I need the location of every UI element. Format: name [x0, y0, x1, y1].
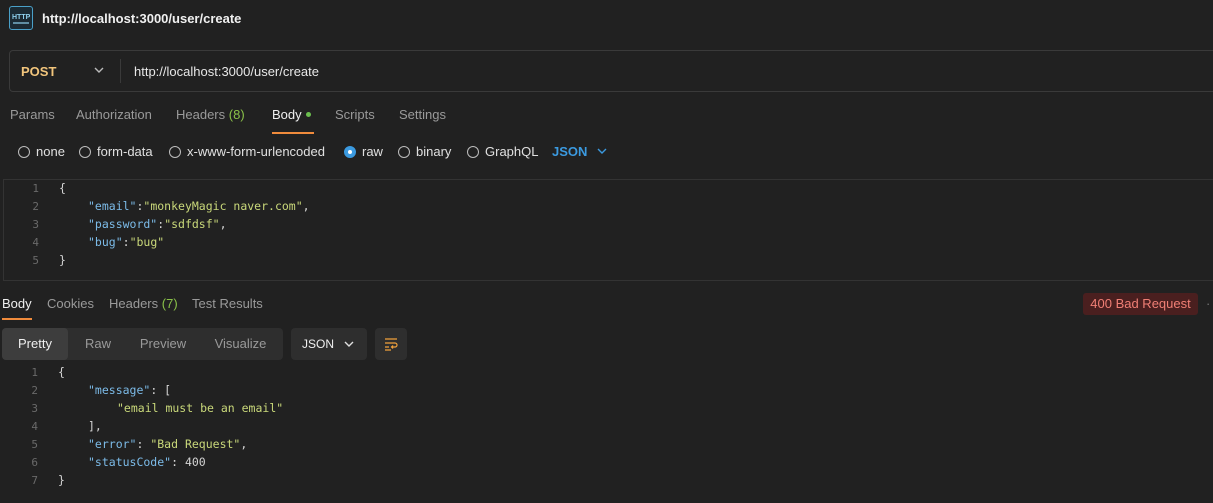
radio-label: form-data	[97, 144, 153, 159]
method-select[interactable]: POST	[21, 64, 56, 79]
radio-raw[interactable]: raw	[344, 144, 383, 159]
radio-none[interactable]: none	[18, 144, 65, 159]
response-tab-test-results[interactable]: Test Results	[192, 296, 263, 311]
view-mode-group: Pretty Raw Preview Visualize	[2, 328, 283, 360]
response-tab-headers-label: Headers	[109, 296, 159, 311]
tab-body[interactable]: Body	[272, 107, 311, 122]
line-number: 4	[31, 420, 38, 433]
chevron-down-icon[interactable]	[94, 65, 104, 75]
status-badge[interactable]: 400 Bad Request	[1083, 293, 1198, 315]
svg-text:HTTP: HTTP	[12, 14, 31, 21]
code-line: "password":"sdfdsf",	[88, 217, 227, 231]
tab-authorization[interactable]: Authorization	[76, 107, 152, 122]
radio-label: raw	[362, 144, 383, 159]
code-line: ],	[88, 419, 102, 433]
view-pretty-button[interactable]: Pretty	[2, 328, 68, 360]
radio-circle	[18, 145, 30, 158]
code-line: "statusCode": 400	[88, 455, 206, 469]
http-icon: HTTP	[9, 6, 33, 30]
radio-circle	[169, 145, 181, 158]
code-line: "email must be an email"	[117, 401, 284, 415]
chevron-down-icon	[344, 341, 354, 347]
line-number: 2	[32, 200, 39, 213]
response-tab-headers[interactable]: Headers (7)	[109, 296, 178, 311]
radio-circle	[398, 145, 410, 158]
url-divider	[120, 59, 121, 83]
line-number: 1	[31, 366, 38, 379]
tab-headers[interactable]: Headers (8)	[176, 107, 245, 122]
line-number: 2	[31, 384, 38, 397]
wrap-lines-icon	[385, 338, 398, 351]
url-input[interactable]: http://localhost:3000/user/create	[134, 64, 319, 79]
radio-label: GraphQL	[485, 144, 539, 159]
active-tab-indicator	[272, 132, 314, 134]
radio-circle	[467, 145, 479, 158]
radio-urlencoded[interactable]: x-www-form-urlencoded	[169, 144, 325, 159]
code-line: "error": "Bad Request",	[88, 437, 248, 451]
code-line: {	[59, 181, 66, 195]
chevron-down-icon[interactable]	[597, 146, 607, 156]
code-line: "message": [	[88, 383, 172, 397]
view-preview-button[interactable]: Preview	[128, 328, 198, 360]
line-number: 5	[32, 254, 39, 267]
radio-graphql[interactable]: GraphQL	[467, 144, 538, 159]
response-format-label: JSON	[302, 337, 335, 351]
line-number: 1	[32, 182, 39, 195]
line-number: 3	[31, 402, 38, 415]
response-tab-headers-count: (7)	[161, 296, 178, 311]
code-line: }	[58, 473, 65, 487]
radio-circle-selected	[344, 145, 356, 158]
line-number: 6	[31, 456, 38, 469]
response-tab-cookies[interactable]: Cookies	[47, 296, 94, 311]
radio-label: binary	[416, 144, 452, 159]
radio-binary[interactable]: binary	[398, 144, 451, 159]
line-number: 4	[32, 236, 39, 249]
tab-headers-label: Headers	[176, 107, 226, 122]
tab-headers-count: (8)	[228, 107, 245, 122]
response-tab-body[interactable]: Body	[2, 296, 32, 311]
tab-settings[interactable]: Settings	[399, 107, 446, 122]
code-line: "bug":"bug"	[88, 235, 165, 249]
radio-form-data[interactable]: form-data	[79, 144, 153, 159]
view-raw-button[interactable]: Raw	[68, 328, 128, 360]
title-bar: HTTP http://localhost:3000/user/create	[0, 0, 1213, 38]
line-number: 3	[32, 218, 39, 231]
view-visualize-button[interactable]: Visualize	[198, 328, 283, 360]
line-number: 5	[31, 438, 38, 451]
tab-scripts[interactable]: Scripts	[335, 107, 375, 122]
tab-body-label: Body	[272, 107, 302, 122]
active-tab-indicator	[2, 318, 32, 320]
radio-label: none	[36, 144, 65, 159]
code-line: {	[58, 365, 65, 379]
url-bar: POST http://localhost:3000/user/create	[9, 50, 1213, 92]
request-title[interactable]: http://localhost:3000/user/create	[42, 11, 241, 26]
tab-params[interactable]: Params	[10, 107, 55, 122]
radio-circle	[79, 145, 91, 158]
code-line: }	[59, 253, 66, 267]
response-format-select[interactable]: JSON	[291, 328, 367, 360]
code-line: "email":"monkeyMagic naver.com",	[88, 199, 310, 213]
wrap-lines-button[interactable]	[375, 328, 407, 360]
radio-label: x-www-form-urlencoded	[187, 144, 325, 159]
modified-dot	[305, 112, 311, 118]
line-number: 7	[31, 474, 38, 487]
more-options-icon[interactable]: ·	[1206, 296, 1210, 311]
body-format-select[interactable]: JSON	[552, 144, 587, 159]
